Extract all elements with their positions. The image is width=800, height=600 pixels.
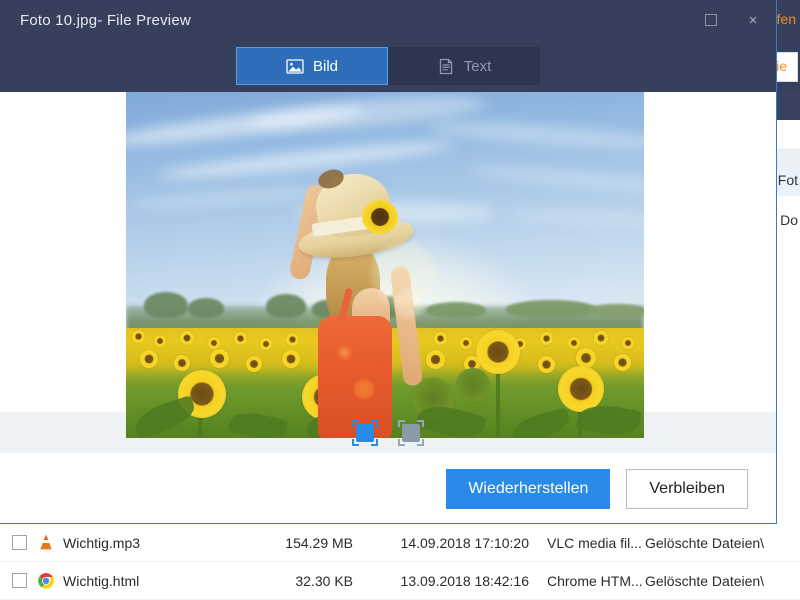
- row-checkbox[interactable]: [12, 573, 27, 588]
- file-list: Wichtig.mp3 154.29 MB 14.09.2018 17:10:2…: [0, 524, 800, 600]
- file-size: 32.30 KB: [295, 572, 353, 589]
- tree: [506, 300, 596, 318]
- background-topbar-link[interactable]: fen: [777, 11, 796, 27]
- thumbnail-swatch: [356, 423, 374, 442]
- sunflower-large: [558, 366, 604, 412]
- sunflower: [140, 350, 158, 368]
- dialog-titlebar[interactable]: Foto 10.jpg- File Preview ×: [0, 0, 776, 40]
- image-icon: [286, 58, 304, 75]
- document-icon: [437, 58, 455, 75]
- close-icon[interactable]: ×: [738, 6, 768, 34]
- sunflower: [614, 354, 631, 371]
- sunflower-bud: [456, 368, 490, 402]
- row-checkbox[interactable]: [12, 535, 27, 550]
- file-path: Gelöschte Dateien\: [645, 534, 765, 551]
- tab-text[interactable]: Text: [388, 47, 540, 85]
- sunflower: [234, 332, 247, 345]
- maximize-icon[interactable]: [696, 6, 726, 34]
- tab-bild[interactable]: Bild: [236, 47, 388, 85]
- file-path: Gelöschte Dateien\: [645, 572, 765, 589]
- sunflower: [260, 338, 272, 350]
- file-preview-dialog: Foto 10.jpg- File Preview × Bild Text Wi…: [0, 0, 777, 524]
- file-type: VLC media fil...: [547, 534, 642, 551]
- tree: [426, 302, 486, 318]
- file-type: Chrome HTM...: [547, 572, 643, 589]
- tab-text-label: Text: [463, 57, 492, 75]
- restore-button[interactable]: Wiederherstellen: [446, 468, 611, 509]
- sunflower: [460, 337, 472, 349]
- dialog-action-bar: Wiederherstellen Verbleiben: [0, 453, 776, 523]
- thumbnail-page-1[interactable]: [352, 419, 378, 446]
- sunflower: [210, 349, 229, 368]
- sunflower: [538, 356, 555, 373]
- sunflower: [594, 331, 608, 345]
- sunflower: [132, 330, 145, 343]
- sunflower: [208, 337, 220, 349]
- sunflower: [540, 332, 553, 345]
- keep-button[interactable]: Verbleiben: [626, 468, 748, 509]
- file-name: Wichtig.mp3: [63, 534, 141, 551]
- vlc-icon: [35, 533, 57, 553]
- table-row[interactable]: Wichtig.html 32.30 KB 13.09.2018 18:42:1…: [0, 562, 800, 600]
- thumbnail-swatch: [402, 423, 420, 442]
- sunflower: [180, 331, 194, 345]
- tab-group: Bild Text: [236, 47, 540, 85]
- table-row[interactable]: Wichtig.mp3 154.29 MB 14.09.2018 17:10:2…: [0, 524, 800, 562]
- sunflower: [426, 350, 445, 369]
- tab-bild-label: Bild: [312, 57, 338, 75]
- dialog-tabbar: Bild Text: [0, 40, 776, 92]
- file-size: 154.29 MB: [285, 534, 353, 551]
- tree: [588, 304, 644, 318]
- file-date: 14.09.2018 17:10:20: [400, 534, 529, 551]
- preview-canvas: [0, 92, 776, 438]
- lens-flare: [394, 288, 424, 318]
- sunflower: [576, 348, 596, 368]
- file-name: Wichtig.html: [63, 572, 140, 589]
- dialog-title: Foto 10.jpg- File Preview: [20, 11, 191, 29]
- tree: [144, 292, 188, 318]
- sunflower: [568, 337, 580, 349]
- sunflower: [174, 355, 190, 371]
- sunflower: [246, 356, 262, 372]
- tree: [188, 298, 224, 318]
- thumbnail-page-2[interactable]: [398, 419, 424, 446]
- sunflower-large: [476, 330, 520, 374]
- sunflower: [434, 332, 447, 345]
- file-date: 13.09.2018 18:42:16: [400, 572, 529, 589]
- preview-image: [126, 92, 644, 438]
- sunflower: [154, 335, 166, 347]
- hat-sunflower: [362, 200, 398, 234]
- chrome-icon: [35, 571, 57, 591]
- sunflower: [622, 337, 634, 349]
- window-controls: ×: [696, 0, 768, 40]
